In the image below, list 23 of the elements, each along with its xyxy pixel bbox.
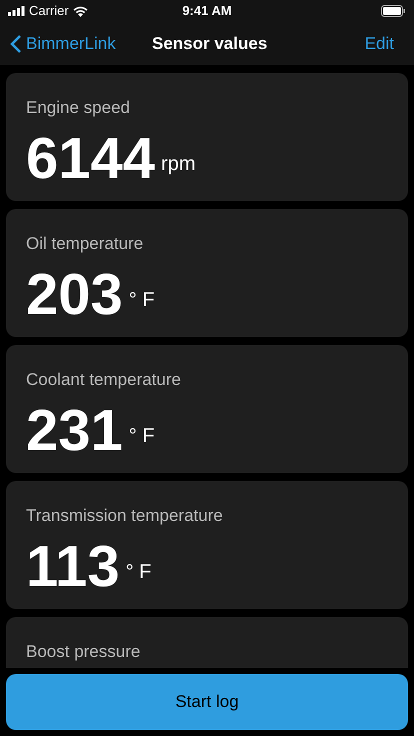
sensor-unit: ° F [128, 424, 155, 448]
sensor-unit: ° F [126, 560, 152, 584]
sensor-value: 231 [26, 398, 123, 462]
sensor-label: Boost pressure [26, 641, 142, 663]
nav-title: Sensor values [152, 32, 268, 55]
chevron-left-icon [10, 34, 22, 54]
sensor-value: 203 [26, 262, 123, 326]
sensor-label: Engine speed [26, 97, 131, 119]
signal-icon [8, 6, 25, 16]
wifi-icon [72, 6, 88, 16]
edit-button[interactable]: Edit [364, 30, 404, 56]
status-time: 9:41 AM [182, 2, 232, 20]
sensor-value: 113 [26, 534, 120, 598]
battery-icon [381, 5, 406, 17]
sensor-label: Oil temperature [26, 233, 144, 255]
start-log-button[interactable]: Start log [6, 674, 408, 730]
sensor-label: Transmission temperature [26, 505, 224, 527]
sensor-value: 6144 [26, 126, 156, 190]
carrier-label: Carrier [29, 2, 69, 20]
sensor-unit: ° F [128, 288, 155, 312]
sensor-unit: rpm [161, 152, 196, 176]
sensor-label: Coolant temperature [26, 369, 182, 391]
back-button[interactable]: BimmerLink [10, 30, 116, 56]
